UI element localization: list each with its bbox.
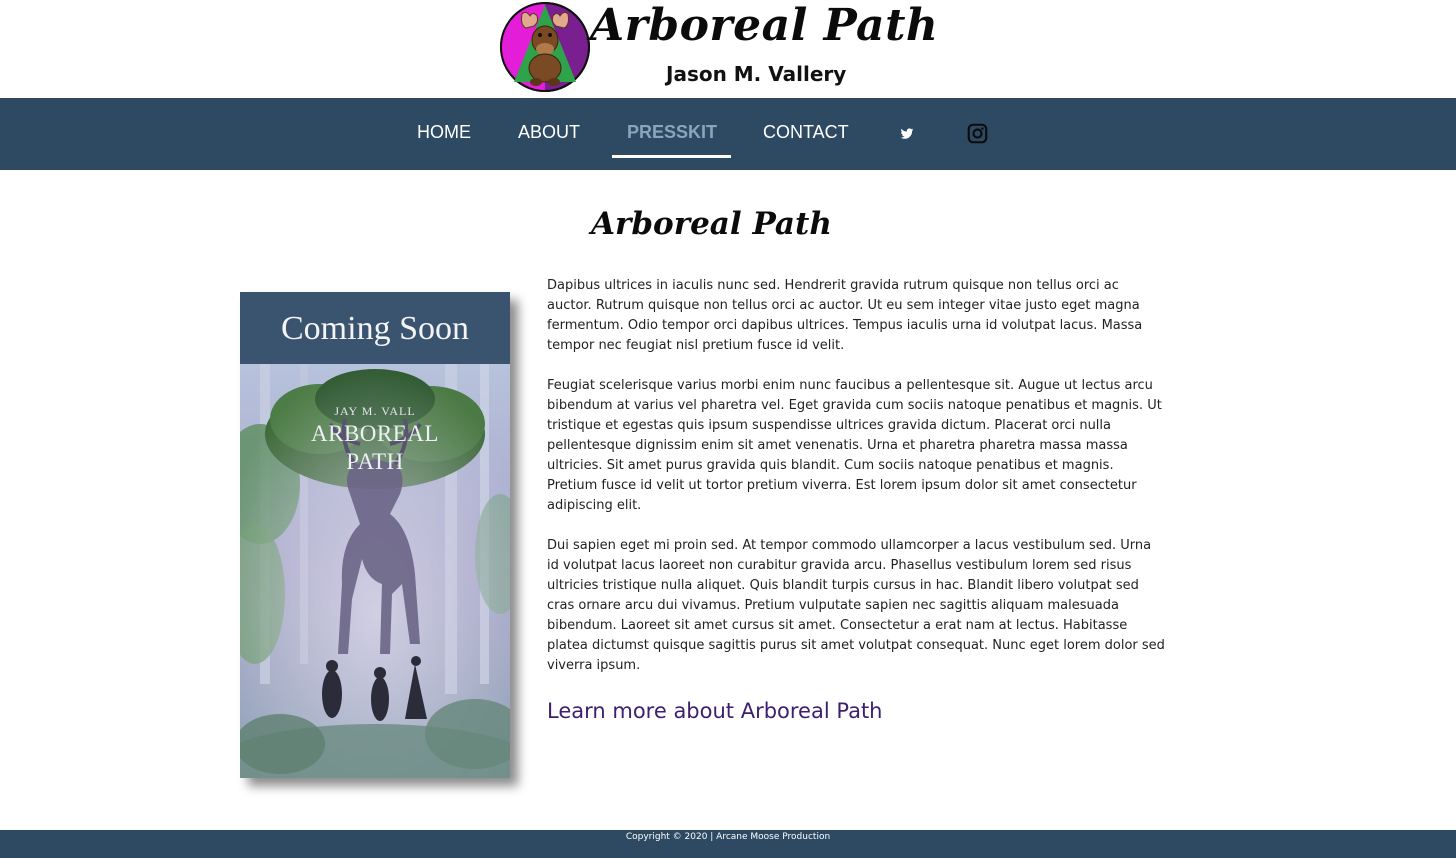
cover-title-line1: ARBOREAL [311,421,439,446]
active-tab-indicator [612,155,731,158]
main-nav: HOME ABOUT PRESSKIT CONTACT [0,98,1456,170]
site-author: Jason M. Vallery [666,62,847,86]
description-paragraph-2: Feugiat scelerisque varius morbi enim nu… [547,378,1162,513]
copyright-text: Copyright © 2020 | Arcane Moose Producti… [625,832,831,842]
instagram-icon[interactable] [967,123,988,144]
moose-logo-icon[interactable] [500,2,590,92]
coming-soon-banner: Coming Soon [240,292,510,364]
site-footer: Copyright © 2020 | Arcane Moose Producti… [0,830,1456,858]
site-title[interactable]: Arboreal Path [590,0,938,51]
page-title: Arboreal Path [591,206,832,242]
twitter-icon[interactable] [900,127,914,141]
description-paragraph-3: Dui sapien eget mi proin sed. At tempor … [547,538,1165,673]
nav-presskit[interactable]: PRESSKIT [627,122,717,143]
cover-book-title: ARBOREAL PATH [240,420,510,476]
learn-more-link[interactable]: Learn more about Arboreal Path [547,696,1167,726]
nav-about[interactable]: ABOUT [518,122,580,143]
book-description: Dapibus ultrices in iaculis nunc sed. He… [547,276,1167,726]
coming-soon-label: Coming Soon [281,310,469,347]
description-paragraph-1: Dapibus ultrices in iaculis nunc sed. He… [547,278,1143,353]
cover-title-line2: PATH [346,449,404,474]
nav-contact[interactable]: CONTACT [763,122,849,143]
site-header: Arboreal Path Jason M. Vallery [0,0,1456,98]
book-cover-image: Coming Soon JAY M. VALL ARBOREAL PATH [240,292,510,778]
nav-home[interactable]: HOME [417,122,471,143]
cover-author: JAY M. VALL [334,404,416,418]
